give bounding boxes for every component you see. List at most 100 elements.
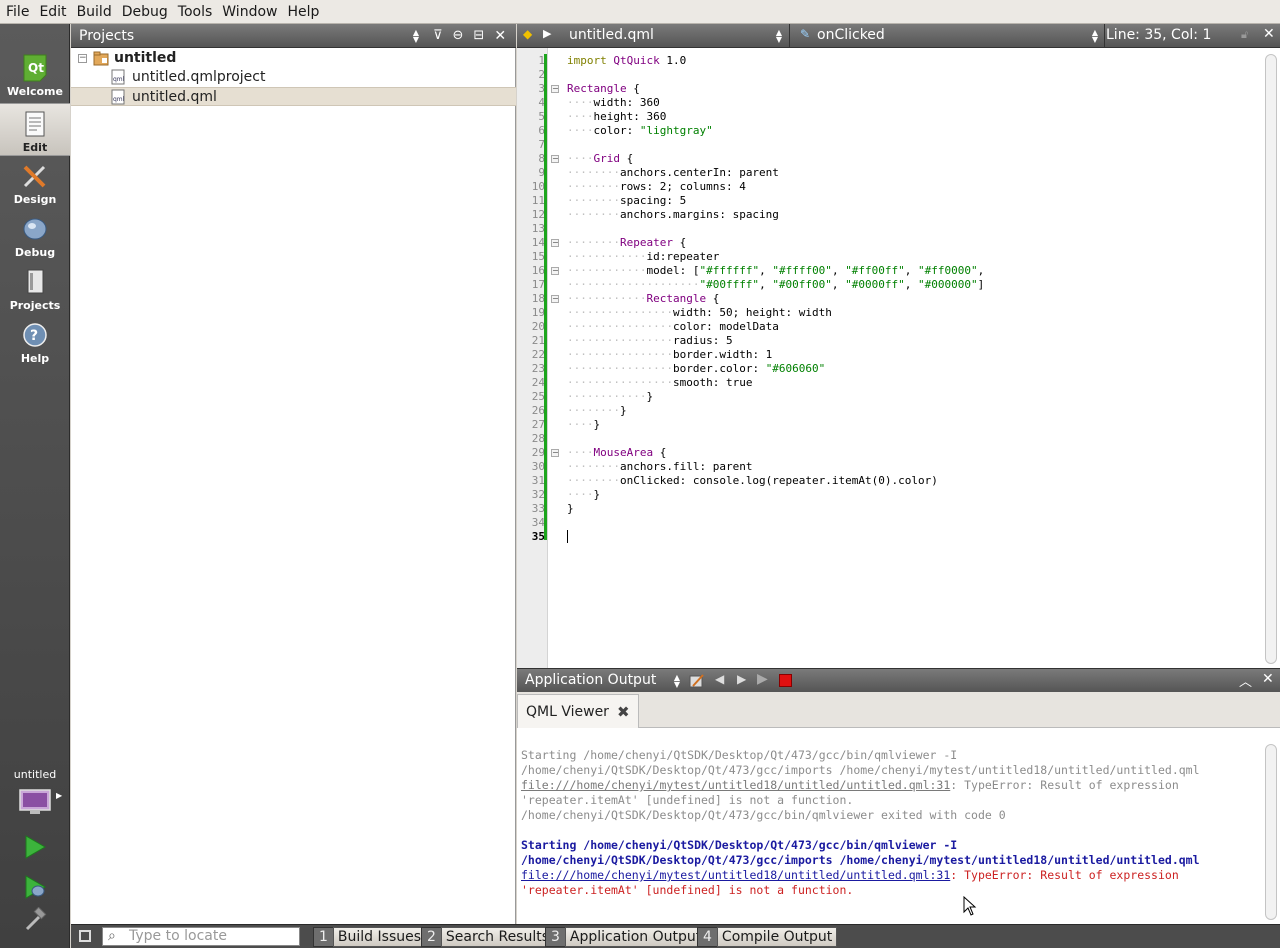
line-number: 16 xyxy=(531,264,545,277)
fold-marker-icon[interactable]: − xyxy=(551,267,559,275)
build-hammer-icon[interactable] xyxy=(22,907,48,933)
close-pane-icon[interactable]: ✕ xyxy=(1262,671,1274,687)
code-line[interactable]: ············id:repeater xyxy=(567,250,719,264)
menu-build[interactable]: Build xyxy=(72,0,117,24)
application-output-button[interactable]: 3 Application Output xyxy=(545,927,707,947)
code-line[interactable]: ····width: 360 xyxy=(567,96,660,110)
code-line[interactable]: ············Rectangle { xyxy=(567,292,719,306)
lock-icon[interactable]: 🔓︎ xyxy=(1241,28,1248,42)
forward-arrow-icon[interactable]: ▶ xyxy=(543,27,551,40)
code-line[interactable]: ····} xyxy=(567,488,600,502)
document-selector[interactable]: untitled.qml xyxy=(569,27,654,43)
close-document-icon[interactable]: ✕ xyxy=(1263,26,1275,42)
previous-item-icon[interactable]: ◀ xyxy=(715,672,724,686)
code-line[interactable]: ················color: modelData xyxy=(567,320,779,334)
tree-item-qml[interactable]: qml untitled.qml xyxy=(71,87,516,106)
tab-qml-viewer[interactable]: QML Viewer ✖ xyxy=(517,694,639,728)
mode-projects[interactable]: Projects xyxy=(0,262,70,315)
code-line[interactable]: ········rows: 2; columns: 4 xyxy=(567,180,746,194)
code-line[interactable]: ················width: 50; height: width xyxy=(567,306,832,320)
output-scrollbar[interactable] xyxy=(1265,744,1277,920)
file-link[interactable]: file:///home/chenyi/mytest/untitled18/un… xyxy=(521,868,950,882)
tree-item-label: untitled.qml xyxy=(132,89,217,105)
stop-icon[interactable] xyxy=(779,674,792,687)
close-tab-icon[interactable]: ✖ xyxy=(617,697,630,727)
file-link[interactable]: file:///home/chenyi/mytest/untitled18/un… xyxy=(521,778,950,792)
mode-help[interactable]: ? Help xyxy=(0,315,70,368)
projects-combo-arrows-icon[interactable]: ▲ ▼ xyxy=(411,28,421,43)
button-number: 1 xyxy=(313,927,333,947)
code-line[interactable]: ········onClicked: console.log(repeater.… xyxy=(567,474,938,488)
bug-icon xyxy=(23,218,47,240)
code-line[interactable]: ········Repeater { xyxy=(567,236,686,250)
output-view-selector[interactable]: Application Output xyxy=(525,672,656,688)
fold-marker-icon[interactable]: − xyxy=(551,239,559,247)
projects-view-selector[interactable]: Projects xyxy=(71,28,411,44)
code-line[interactable]: ············model: ["#ffffff", "#ffff00"… xyxy=(567,264,984,278)
code-line[interactable]: ················border.width: 1 xyxy=(567,348,772,362)
filter-icon[interactable]: ⊽ xyxy=(433,28,443,43)
sync-link-icon[interactable]: ⊖ xyxy=(453,28,464,43)
toggle-sidebar-icon[interactable] xyxy=(79,930,91,942)
target-selector-arrow-icon[interactable]: ▶ xyxy=(56,791,62,800)
menu-file[interactable]: File xyxy=(0,0,34,24)
close-icon[interactable]: ✕ xyxy=(494,28,506,44)
code-line[interactable]: ····MouseArea { xyxy=(567,446,666,460)
code-line[interactable]: } xyxy=(567,502,574,516)
code-line[interactable]: ····color: "lightgray" xyxy=(567,124,713,138)
code-line[interactable]: ········anchors.centerIn: parent xyxy=(567,166,779,180)
mode-debug[interactable]: Debug xyxy=(0,209,70,262)
fold-marker-icon[interactable]: − xyxy=(551,85,559,93)
locator-input[interactable]: ⌕ Type to locate xyxy=(102,927,300,946)
code-line[interactable]: ····················"#00ffff", "#00ff00"… xyxy=(567,278,984,292)
symbol-combo-arrows-icon[interactable]: ▲ ▼ xyxy=(1091,29,1099,44)
code-line[interactable]: import QtQuick 1.0 xyxy=(567,54,686,68)
code-line[interactable]: ····} xyxy=(567,418,600,432)
text-caret xyxy=(567,530,568,543)
back-arrow-icon[interactable]: ◆ xyxy=(523,27,532,41)
code-line[interactable]: ················border.color: "#606060" xyxy=(567,362,825,376)
output-combo-arrows-icon[interactable]: ▲ ▼ xyxy=(673,674,681,689)
next-item-icon[interactable]: ▶ xyxy=(737,672,746,686)
menu-debug[interactable]: Debug xyxy=(117,0,173,24)
fold-marker-icon[interactable]: − xyxy=(551,295,559,303)
search-results-button[interactable]: 2 Search Results xyxy=(421,927,555,947)
tree-item-qmlproject[interactable]: qml untitled.qmlproject xyxy=(71,68,516,87)
rerun-icon[interactable]: ▶ xyxy=(757,671,768,687)
code-line[interactable]: ········} xyxy=(567,404,627,418)
document-combo-arrows-icon[interactable]: ▲ ▼ xyxy=(775,29,783,44)
mode-design[interactable]: Design xyxy=(0,156,70,209)
editor-scrollbar[interactable] xyxy=(1265,54,1277,664)
code-line[interactable]: ················radius: 5 xyxy=(567,334,733,348)
code-line[interactable]: ········anchors.fill: parent xyxy=(567,460,752,474)
mode-edit[interactable]: Edit xyxy=(0,103,70,156)
tree-item-project[interactable]: − untitled xyxy=(71,49,516,68)
run-icon[interactable] xyxy=(22,834,48,860)
code-line[interactable]: ············} xyxy=(567,390,653,404)
split-icon[interactable]: ⊟ xyxy=(473,28,484,43)
maximize-pane-icon[interactable]: ︿ xyxy=(1239,671,1252,690)
menu-edit[interactable]: Edit xyxy=(34,0,71,24)
collapse-icon[interactable]: − xyxy=(78,54,87,63)
code-line[interactable]: ····Grid { xyxy=(567,152,633,166)
monitor-icon[interactable] xyxy=(19,789,51,815)
mode-welcome[interactable]: Qt Welcome xyxy=(0,48,70,101)
menu-help[interactable]: Help xyxy=(282,0,324,24)
menu-window[interactable]: Window xyxy=(217,0,282,24)
build-issues-button[interactable]: 1 Build Issues xyxy=(313,927,427,947)
code-line[interactable]: Rectangle { xyxy=(567,82,640,96)
debug-run-icon[interactable] xyxy=(22,874,48,900)
clear-output-icon[interactable] xyxy=(689,673,705,689)
application-output-text[interactable]: Starting /home/chenyi/QtSDK/Desktop/Qt/4… xyxy=(517,728,1280,924)
code-line[interactable]: ················smooth: true xyxy=(567,376,752,390)
code-line[interactable]: ········anchors.margins: spacing xyxy=(567,208,779,222)
tree-item-label: untitled.qmlproject xyxy=(132,69,266,85)
fold-marker-icon[interactable]: − xyxy=(551,155,559,163)
code-line[interactable]: ········spacing: 5 xyxy=(567,194,686,208)
code-line[interactable]: ····height: 360 xyxy=(567,110,666,124)
compile-output-button[interactable]: 4 Compile Output xyxy=(697,927,838,947)
menu-tools[interactable]: Tools xyxy=(173,0,218,24)
code-editor[interactable]: 1 2 3 4 5 6 7 8 9 10 11 12 13 14 15 16 17 18 19 20 21 22 23 24 2… xyxy=(517,48,1280,668)
symbol-selector[interactable]: onClicked xyxy=(817,27,885,43)
fold-marker-icon[interactable]: − xyxy=(551,449,559,457)
